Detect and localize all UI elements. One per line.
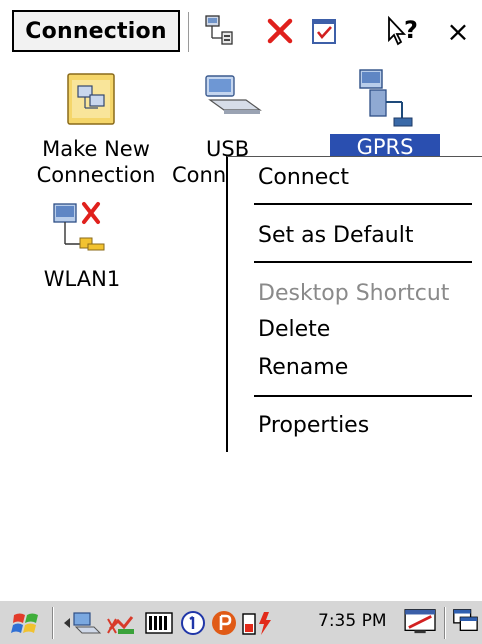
switch-window-icon[interactable] (450, 607, 480, 635)
taskbar: 7:35 PM (0, 600, 482, 644)
make-new-connection-item[interactable]: Make New Connection (12, 66, 180, 196)
charging-tray-icon[interactable] (240, 609, 276, 637)
menu-item-delete[interactable]: Delete (258, 317, 330, 342)
menu-divider (254, 395, 472, 397)
menu-item-properties[interactable]: Properties (258, 413, 369, 438)
battery-tray-icon[interactable] (144, 609, 176, 637)
menu-item-connect[interactable]: Connect (258, 165, 349, 190)
menu-divider (254, 203, 472, 205)
context-menu: Connect Set as Default Desktop Shortcut … (226, 156, 482, 452)
usb-connection-icon (205, 75, 262, 114)
help-question-mark: ? (404, 16, 418, 44)
taskbar-separator (444, 607, 446, 639)
menu-divider (254, 261, 472, 263)
taskbar-separator (52, 607, 54, 639)
menu-item-rename[interactable]: Rename (258, 355, 348, 380)
menu-item-desktop-shortcut: Desktop Shortcut (258, 281, 450, 306)
start-icon[interactable] (10, 609, 44, 637)
network-tray-icon[interactable] (62, 609, 102, 637)
wlan1-connection-item[interactable]: WLAN1 (12, 196, 152, 296)
network-properties-icon[interactable] (196, 10, 240, 52)
toolbar-separator (188, 12, 190, 52)
gprs-connection-item[interactable]: GPRS (330, 66, 440, 166)
item-label-line1: Make New (42, 137, 150, 161)
command-bar: Connection ? × (0, 0, 482, 64)
delete-icon[interactable] (260, 10, 300, 52)
info-tray-icon[interactable] (178, 609, 208, 637)
desktop-icon[interactable] (402, 607, 440, 635)
gprs-connection-icon (359, 69, 413, 127)
clock[interactable]: 7:35 PM (318, 611, 387, 631)
properties-check-icon[interactable] (304, 10, 344, 52)
item-label-line2: Connection (36, 163, 156, 187)
usb-connection-item[interactable]: USB Conn (160, 66, 262, 196)
window-title: Connection (25, 18, 167, 44)
close-icon[interactable]: × (440, 10, 476, 52)
window-title-button[interactable]: Connection (12, 10, 180, 52)
menu-item-set-as-default[interactable]: Set as Default (258, 223, 413, 248)
close-label: × (446, 14, 470, 48)
wlan-connection-icon (53, 202, 105, 251)
help-icon[interactable]: ? (382, 10, 428, 52)
power-tray-icon[interactable] (210, 609, 238, 637)
item-label-line1: WLAN1 (43, 267, 121, 291)
bluetooth-tray-icon[interactable] (104, 609, 138, 637)
make-new-connection-icon (67, 73, 115, 125)
